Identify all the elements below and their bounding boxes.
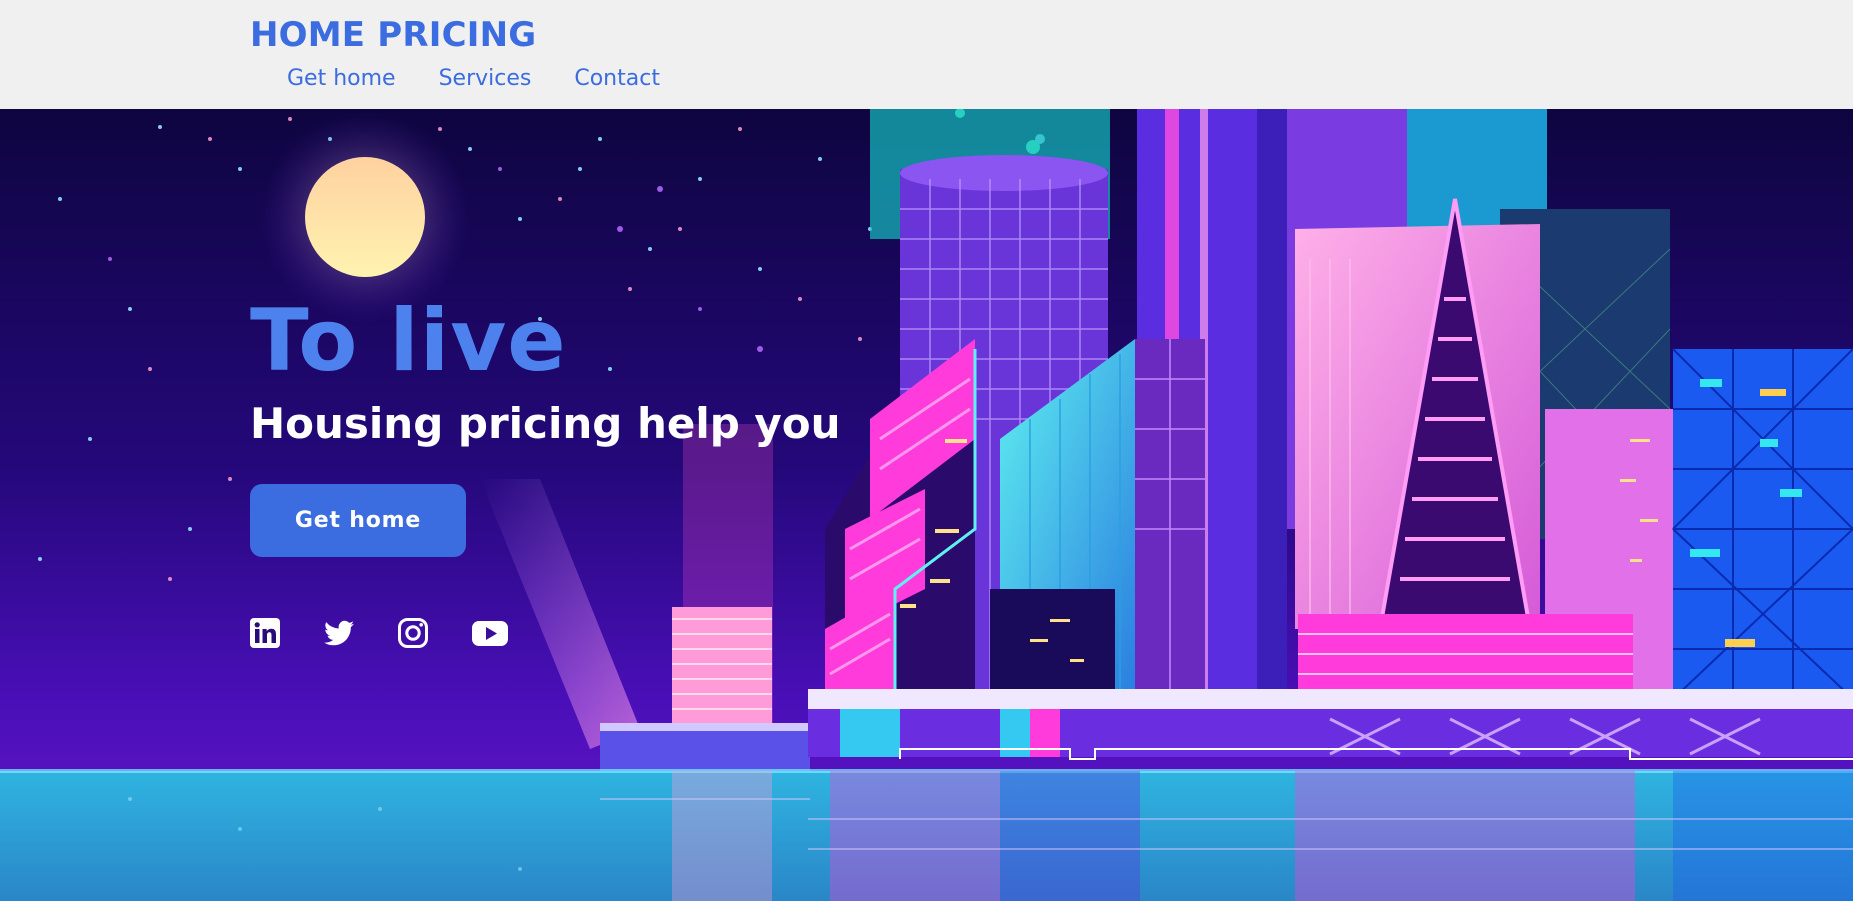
nav-link-get-home[interactable]: Get home [287, 66, 396, 91]
nav-link-contact[interactable]: Contact [574, 66, 660, 91]
social-links [249, 617, 509, 649]
hero-subtitle: Housing pricing help you [250, 399, 841, 448]
youtube-icon[interactable] [471, 617, 509, 649]
twitter-icon[interactable] [323, 617, 355, 649]
linkedin-icon[interactable] [249, 617, 281, 649]
instagram-icon[interactable] [397, 617, 429, 649]
hero-section: To live Housing pricing help you Get hom… [0, 109, 1853, 901]
site-logo[interactable]: HOME PRICING [250, 15, 536, 55]
main-nav: Get home Services Contact [287, 66, 660, 91]
site-header: HOME PRICING Get home Services Contact [0, 0, 1853, 109]
nav-link-services[interactable]: Services [439, 66, 532, 91]
hero-title: To live [250, 291, 567, 391]
get-home-button[interactable]: Get home [250, 484, 466, 557]
